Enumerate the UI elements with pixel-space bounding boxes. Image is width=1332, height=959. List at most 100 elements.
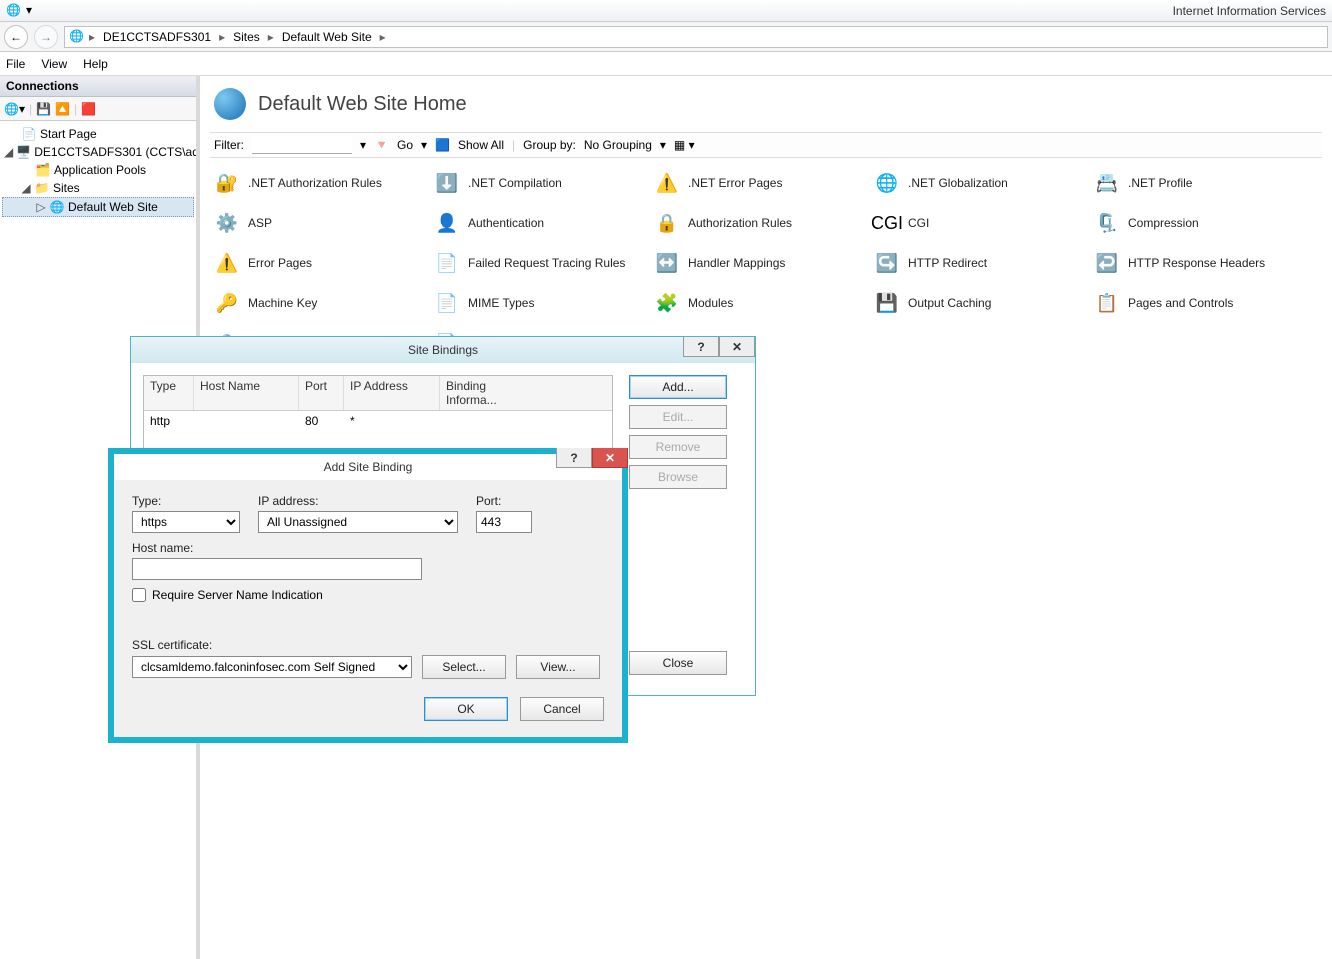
tree-app-pools[interactable]: 🗂️ Application Pools — [2, 161, 194, 179]
close-button[interactable]: ✕ — [592, 448, 628, 468]
showall-label[interactable]: Show All — [458, 138, 504, 152]
caret-down-icon[interactable]: ◢ — [4, 145, 13, 159]
back-button[interactable]: ← — [4, 25, 28, 49]
chevron-down-icon[interactable]: ▾ — [360, 138, 366, 152]
stop-icon[interactable]: 🟥 — [81, 102, 96, 116]
ssl-cert-label: SSL certificate: — [132, 638, 604, 652]
menu-file[interactable]: File — [6, 57, 25, 71]
chevron-down-icon[interactable]: ▾ — [421, 138, 427, 152]
app-title: Internet Information Services — [1173, 4, 1326, 18]
down-chevron-icon[interactable]: ▾ — [26, 3, 42, 19]
type-select[interactable]: https — [132, 511, 240, 533]
feature-item[interactable]: ⚠️.NET Error Pages — [650, 168, 870, 198]
crumb-sites[interactable]: Sites — [229, 28, 264, 46]
up-icon[interactable]: 🔼 — [55, 102, 70, 116]
feature-label: Failed Request Tracing Rules — [468, 256, 625, 270]
feature-item[interactable]: 🗜️Compression — [1090, 208, 1310, 238]
tree-sites[interactable]: ◢ 📁 Sites — [2, 179, 194, 197]
chevron-right-icon: ▸ — [89, 30, 95, 44]
view-mode-icon[interactable]: ▦ ▾ — [674, 138, 695, 152]
browse-button: Browse — [629, 465, 727, 489]
breadcrumb[interactable]: 🌐 ▸ DE1CCTSADFS301 ▸ Sites ▸ Default Web… — [64, 26, 1328, 48]
feature-item[interactable]: 👤Authentication — [430, 208, 650, 238]
feature-item[interactable]: 🔒Authorization Rules — [650, 208, 870, 238]
feature-item[interactable]: ⬇️.NET Compilation — [430, 168, 650, 198]
feature-item[interactable]: CGICGI — [870, 208, 1090, 238]
caret-right-icon[interactable]: ▷ — [36, 200, 46, 214]
sites-icon: 📁 — [34, 180, 50, 196]
col-port[interactable]: Port — [299, 376, 344, 410]
sni-checkbox[interactable] — [132, 588, 146, 602]
feature-item[interactable]: 🔐.NET Authorization Rules — [210, 168, 430, 198]
ip-select[interactable]: All Unassigned — [258, 511, 458, 533]
sni-checkbox-row[interactable]: Require Server Name Indication — [132, 588, 604, 602]
select-cert-button[interactable]: Select... — [422, 655, 506, 679]
save-icon[interactable]: 💾 — [36, 102, 51, 116]
menu-view[interactable]: View — [41, 57, 67, 71]
tree-server[interactable]: ◢ 🖥️ DE1CCTSADFS301 (CCTS\adm — [2, 143, 194, 161]
feature-icon: ↪️ — [874, 250, 900, 276]
feature-icon: ⬇️ — [434, 170, 460, 196]
chevron-down-icon[interactable]: ▾ — [660, 138, 666, 152]
feature-item[interactable]: 📇.NET Profile — [1090, 168, 1310, 198]
go-funnel-icon[interactable]: 🔻 — [374, 138, 389, 152]
view-cert-button[interactable]: View... — [516, 655, 600, 679]
close-dialog-button[interactable]: Close — [629, 651, 727, 675]
add-binding-titlebar[interactable]: Add Site Binding ? ✕ — [114, 454, 622, 480]
help-button[interactable]: ? — [556, 448, 592, 468]
crumb-server[interactable]: DE1CCTSADFS301 — [99, 28, 215, 46]
table-row[interactable]: http 80 * — [144, 411, 612, 431]
site-bindings-buttons: Add... Edit... Remove Browse Close — [629, 375, 727, 675]
feature-item[interactable]: ⚠️Error Pages — [210, 248, 430, 278]
col-ip[interactable]: IP Address — [344, 376, 440, 410]
feature-item[interactable]: 🧩Modules — [650, 288, 870, 318]
feature-label: Authorization Rules — [688, 216, 792, 230]
col-host[interactable]: Host Name — [194, 376, 299, 410]
site-bindings-titlebar[interactable]: Site Bindings ? ✕ — [131, 337, 755, 363]
go-label[interactable]: Go — [397, 138, 413, 152]
feature-item[interactable]: 🌐.NET Globalization — [870, 168, 1090, 198]
ok-button[interactable]: OK — [424, 697, 508, 721]
filter-label: Filter: — [214, 138, 244, 152]
hostname-input[interactable] — [132, 558, 422, 580]
window-titlebar: 🌐 ▾ Internet Information Services — [0, 0, 1332, 22]
dialog-title: Add Site Binding — [324, 460, 413, 474]
ssl-cert-select[interactable]: clcsamldemo.falconinfosec.com Self Signe… — [132, 656, 412, 678]
close-button[interactable]: ✕ — [719, 337, 755, 357]
help-button[interactable]: ? — [683, 337, 719, 357]
feature-label: Machine Key — [248, 296, 317, 310]
feature-item[interactable]: 🔑Machine Key — [210, 288, 430, 318]
add-button[interactable]: Add... — [629, 375, 727, 399]
menu-help[interactable]: Help — [83, 57, 108, 71]
feature-icon: 👤 — [434, 210, 460, 236]
feature-item[interactable]: ↩️HTTP Response Headers — [1090, 248, 1310, 278]
feature-icon: 💾 — [874, 290, 900, 316]
crumb-default-site[interactable]: Default Web Site — [278, 28, 376, 46]
website-icon: 🌐 — [49, 199, 65, 215]
port-input[interactable] — [476, 511, 532, 533]
dialog-title: Site Bindings — [408, 343, 478, 357]
col-type[interactable]: Type — [144, 376, 194, 410]
cancel-button[interactable]: Cancel — [520, 697, 604, 721]
feature-label: .NET Profile — [1128, 176, 1192, 190]
tree-label: Sites — [53, 181, 80, 195]
col-binding-info[interactable]: Binding Informa... — [440, 376, 540, 410]
forward-button[interactable]: → — [34, 25, 58, 49]
feature-item[interactable]: 📄MIME Types — [430, 288, 650, 318]
feature-item[interactable]: 💾Output Caching — [870, 288, 1090, 318]
feature-item[interactable]: ⚙️ASP — [210, 208, 430, 238]
tree-label: Application Pools — [54, 163, 146, 177]
tree-default-web-site[interactable]: ▷ 🌐 Default Web Site — [2, 197, 194, 217]
feature-item[interactable]: 📄Failed Request Tracing Rules — [430, 248, 650, 278]
caret-down-icon[interactable]: ◢ — [21, 181, 31, 195]
feature-item[interactable]: ↔️Handler Mappings — [650, 248, 870, 278]
feature-label: HTTP Response Headers — [1128, 256, 1265, 270]
tree-start-page[interactable]: 📄 Start Page — [2, 125, 194, 143]
groupby-label: Group by: — [523, 138, 576, 152]
groupby-value[interactable]: No Grouping — [584, 138, 652, 152]
feature-item[interactable]: ↪️HTTP Redirect — [870, 248, 1090, 278]
connect-icon[interactable]: 🌐▾ — [4, 102, 25, 116]
feature-item[interactable]: 📋Pages and Controls — [1090, 288, 1310, 318]
filter-input[interactable] — [252, 136, 352, 154]
showall-icon[interactable]: 🟦 — [435, 138, 450, 152]
